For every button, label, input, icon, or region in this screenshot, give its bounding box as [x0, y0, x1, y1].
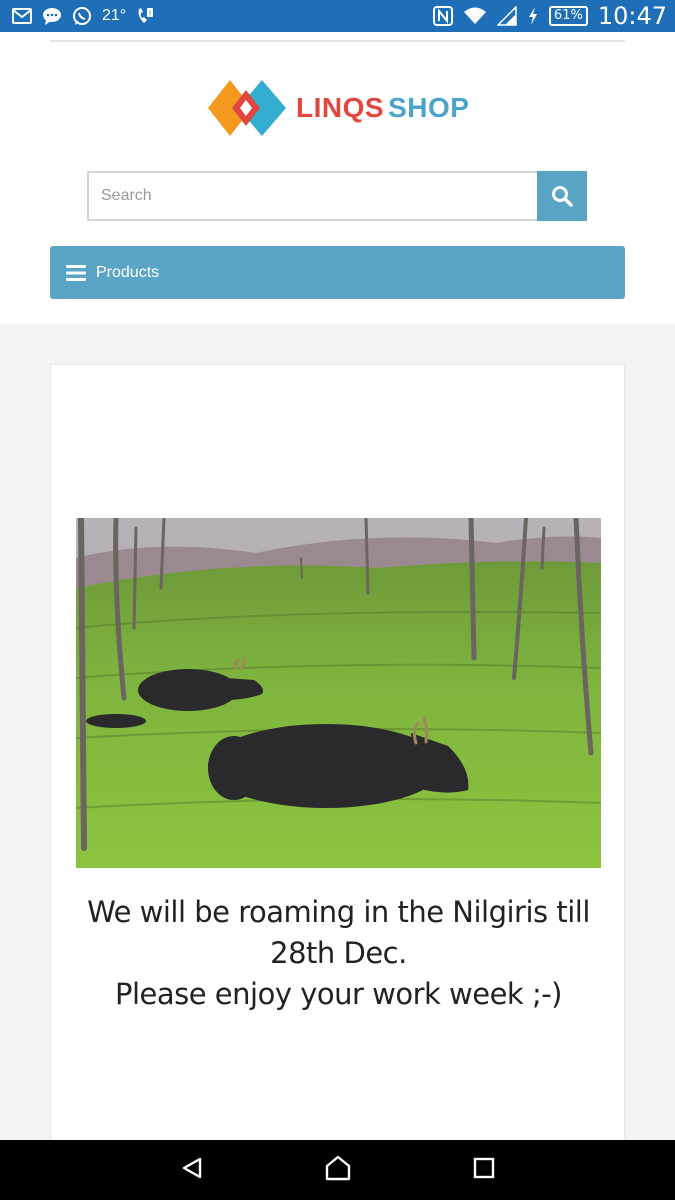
promo-message: We will be roaming in the Nilgiris till …	[51, 892, 626, 1015]
chat-icon	[42, 7, 62, 25]
status-bar: 21° ! 61% 10:47	[0, 0, 675, 32]
search-bar	[87, 171, 587, 221]
promo-line-3: Please enjoy your work week ;-)	[114, 977, 563, 1011]
promo-image	[76, 518, 601, 868]
back-button[interactable]	[180, 1156, 204, 1185]
promo-line-2: 28th Dec.	[270, 936, 407, 970]
search-input[interactable]	[87, 171, 537, 221]
recents-icon	[473, 1157, 495, 1178]
hamburger-icon	[66, 264, 86, 281]
site-header: LINQS SHOP Products	[0, 32, 675, 324]
search-icon	[552, 186, 573, 207]
whatsapp-icon	[72, 6, 92, 26]
svg-text:!: !	[149, 10, 152, 18]
wifi-icon	[463, 6, 487, 26]
home-icon	[326, 1155, 351, 1180]
battery-icon: 61%	[548, 6, 588, 26]
status-right: 61% 10:47	[432, 2, 667, 30]
products-menu-label: Products	[96, 263, 160, 281]
gmail-icon	[12, 8, 32, 24]
clock: 10:47	[597, 2, 667, 30]
back-icon	[182, 1157, 202, 1178]
charging-icon	[527, 6, 539, 26]
recents-button[interactable]	[473, 1157, 495, 1184]
promo-card: We will be roaming in the Nilgiris till …	[50, 364, 625, 1144]
search-button[interactable]	[537, 171, 587, 221]
temperature-text: 21°	[102, 7, 127, 24]
nfc-icon	[432, 6, 453, 26]
logo-mark-icon	[208, 80, 286, 136]
status-left: 21° !	[12, 6, 154, 26]
page: LINQS SHOP Products	[0, 32, 675, 1144]
site-logo[interactable]: LINQS SHOP	[208, 76, 469, 140]
home-button[interactable]	[324, 1155, 352, 1186]
logo-text-secondary: SHOP	[388, 92, 470, 123]
phone-icon: !	[136, 6, 154, 26]
system-navigation-bar	[0, 1140, 675, 1200]
logo-text-primary: LINQS	[296, 92, 385, 123]
divider	[50, 40, 625, 42]
products-menu-button[interactable]: Products	[50, 246, 625, 299]
signal-icon	[496, 6, 517, 26]
promo-line-1: We will be roaming in the Nilgiris till	[87, 895, 590, 929]
